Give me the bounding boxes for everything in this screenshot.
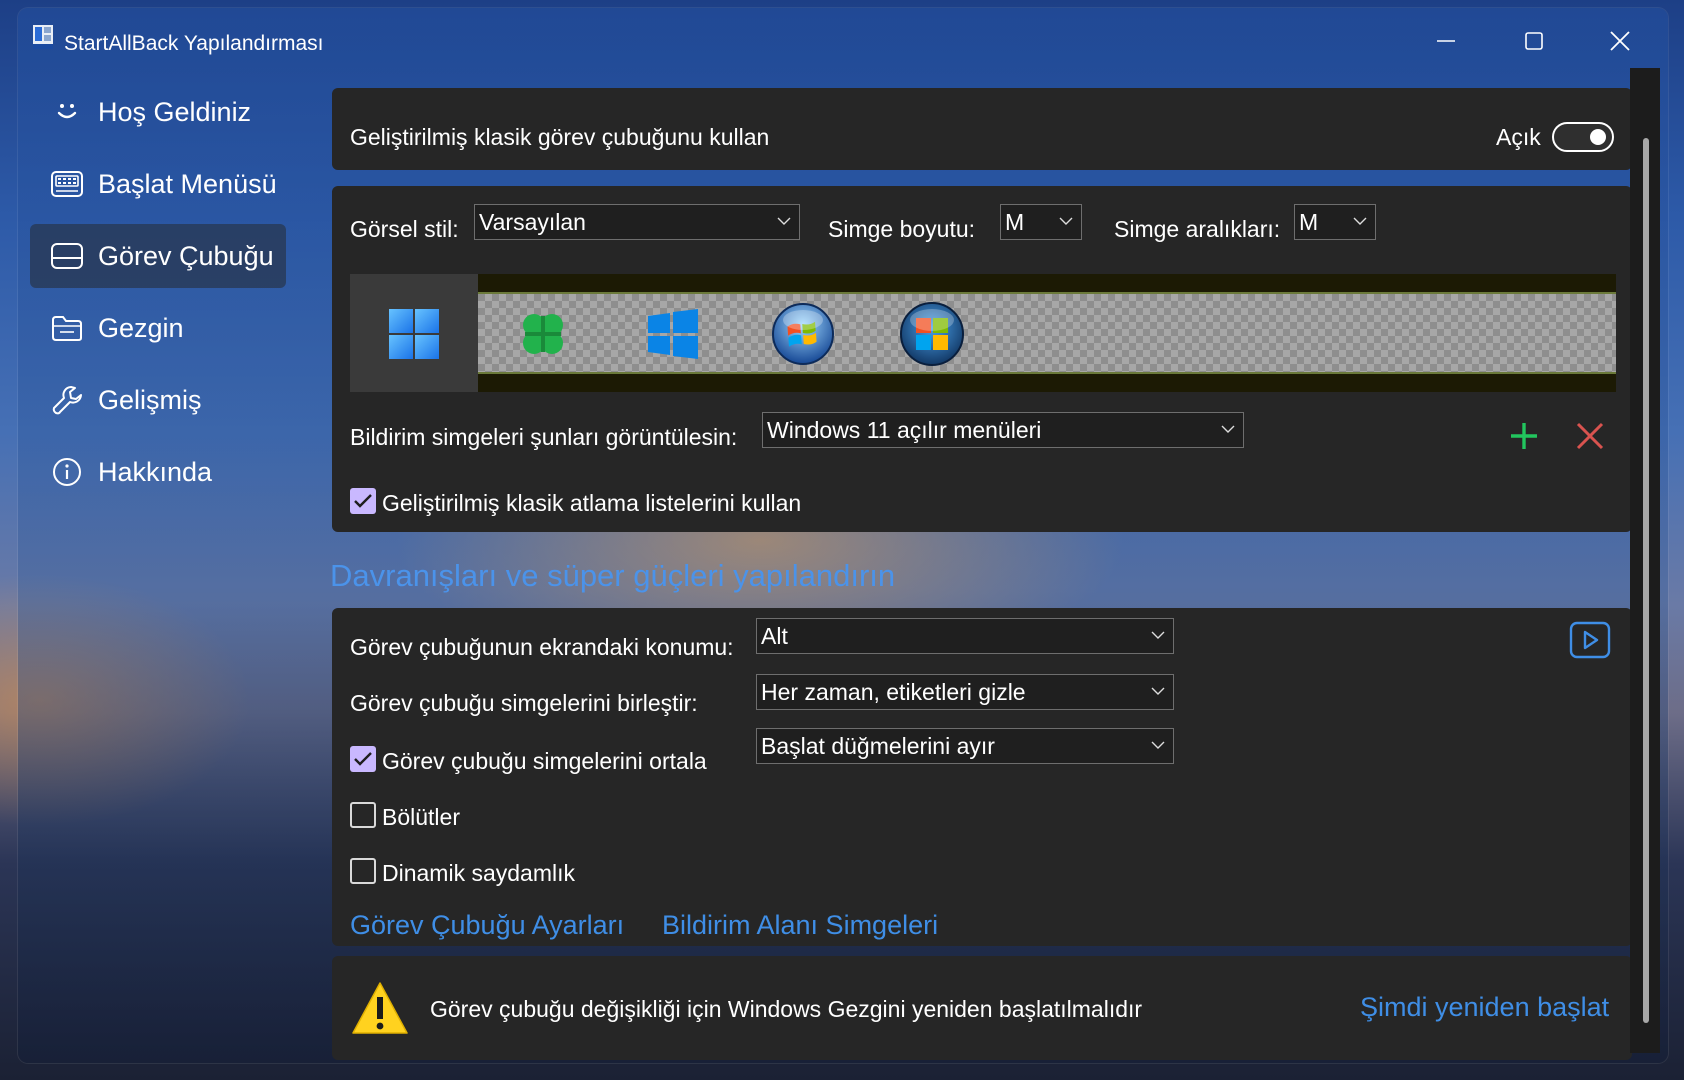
sidebar-item-label: Hakkında [98,456,213,487]
maximize-icon [1525,32,1543,50]
windows-11-logo-icon[interactable] [378,298,450,370]
visual-style-label: Görsel stil: [350,216,459,242]
icon-size-label: Simge boyutu: [828,216,976,242]
dynamic-transparency-label: Dinamik saydamlık [382,860,575,886]
checkmark-icon [354,494,372,508]
taskbar-position-dropdown[interactable]: Alt [756,618,1174,654]
close-icon [1610,31,1630,51]
start-menu-icon [50,169,84,199]
close-button[interactable] [1590,18,1650,64]
notification-icons-value: Windows 11 açılır menüleri [767,417,1042,443]
icon-spacing-dropdown[interactable]: M [1294,204,1376,240]
toggle-knob [1590,129,1606,145]
chevron-down-icon [1353,217,1367,225]
notification-icons-label: Bildirim simgeleri şunları görüntülesin: [350,424,738,450]
separators-label: Bölütler [382,804,460,830]
title-bar[interactable]: StartAllBack Yapılandırması [18,8,1668,68]
center-mode-dropdown[interactable]: Başlat düğmelerini ayır [756,728,1174,764]
checkmark-icon [354,752,372,766]
minimize-button[interactable] [1416,18,1476,64]
behaviors-heading: Davranışları ve süper güçleri yapılandır… [330,558,896,593]
add-start-button[interactable] [1504,416,1544,456]
taskbar-position-label: Görev çubuğunun ekrandaki konumu: [350,634,734,660]
sidebar-item-about[interactable]: Hakkında [30,440,286,504]
sidebar-item-advanced[interactable]: Gelişmiş [30,368,286,432]
sidebar-item-label: Başlat Menüsü [98,168,277,199]
chevron-down-icon [1221,425,1235,433]
startallback-app-icon [32,24,54,50]
icon-spacing-label: Simge aralıkları: [1114,216,1281,242]
restart-message: Görev çubuğu değişikliği için Windows Ge… [430,996,1143,1022]
restart-now-link[interactable]: Şimdi yeniden başlat [1360,992,1609,1023]
scrollbar-thumb[interactable] [1643,138,1649,1023]
chevron-down-icon [1059,217,1073,225]
icon-spacing-value: M [1299,209,1319,235]
visual-style-panel: Görsel stil: Varsayılan Simge boyutu: M … [332,186,1632,532]
icon-size-value: M [1005,209,1025,235]
info-icon [50,457,84,487]
sidebar-nav: Hoş Geldiniz Başlat Menüsü Görev Çubuğu … [30,80,286,512]
tray-icons-link[interactable]: Bildirim Alanı Simgeleri [662,910,938,941]
vertical-scrollbar[interactable] [1630,68,1660,1053]
toggle-state-label: Açık [1496,124,1541,150]
warning-icon [350,978,410,1038]
sidebar-item-explorer[interactable]: Gezgin [30,296,286,360]
sidebar-item-label: Görev Çubuğu [98,240,274,271]
minimize-icon [1437,40,1455,42]
windows-10-logo-icon[interactable] [637,298,709,370]
sidebar-item-start-menu[interactable]: Başlat Menüsü [30,152,286,216]
remove-x-icon [1576,422,1604,450]
notification-icons-dropdown[interactable]: Windows 11 açılır menüleri [762,412,1244,448]
separators-checkbox[interactable] [350,802,376,828]
sidebar-item-label: Hoş Geldiniz [98,96,252,127]
combine-icons-label: Görev çubuğu simgelerini birleştir: [350,690,698,716]
taskbar-position-value: Alt [761,623,788,649]
center-icons-checkbox[interactable] [350,746,376,772]
folder-icon [50,313,84,343]
center-mode-value: Başlat düğmelerini ayır [761,733,995,759]
taskbar-icon [50,241,84,271]
center-icons-label: Görev çubuğu simgelerini ortala [382,748,707,774]
combine-icons-dropdown[interactable]: Her zaman, etiketleri gizle [756,674,1174,710]
sidebar-item-label: Gezgin [98,312,184,343]
enhanced-taskbar-label: Geliştirilmiş klasik görev çubuğunu kull… [350,124,770,150]
enhanced-taskbar-toggle[interactable] [1552,122,1614,152]
remove-start-button[interactable] [1570,416,1610,456]
preview-video-button[interactable] [1568,620,1612,660]
behaviors-panel: Görev çubuğunun ekrandaki konumu: Alt Gö… [332,608,1632,946]
combine-icons-value: Her zaman, etiketleri gizle [761,679,1026,705]
dynamic-transparency-checkbox[interactable] [350,858,376,884]
taskbar-settings-link[interactable]: Görev Çubuğu Ayarları [350,910,624,941]
chevron-down-icon [1151,687,1165,695]
wrench-icon [50,385,84,415]
enhanced-taskbar-panel: Geliştirilmiş klasik görev çubuğunu kull… [332,88,1632,170]
windows-vista-orb-icon[interactable] [896,298,968,370]
sidebar-item-label: Gelişmiş [98,384,202,415]
smile-icon [50,97,84,127]
jumplist-checkbox[interactable] [350,488,376,514]
start-button-preview [350,274,1616,392]
settings-window: StartAllBack Yapılandırması Hoş Geldiniz… [18,8,1668,1063]
sidebar-item-welcome[interactable]: Hoş Geldiniz [30,80,286,144]
windows-7-orb-icon[interactable] [767,298,839,370]
plus-icon [1511,423,1537,449]
sidebar-item-taskbar[interactable]: Görev Çubuğu [30,224,286,288]
clover-logo-icon[interactable] [507,298,579,370]
window-title: StartAllBack Yapılandırması [64,32,324,55]
chevron-down-icon [777,217,791,225]
visual-style-dropdown[interactable]: Varsayılan [474,204,800,240]
play-icon [1569,621,1611,659]
chevron-down-icon [1151,631,1165,639]
visual-style-value: Varsayılan [479,209,586,235]
jumplist-label: Geliştirilmiş klasik atlama listelerini … [382,490,802,516]
restart-notice-panel: Görev çubuğu değişikliği için Windows Ge… [332,956,1632,1060]
maximize-button[interactable] [1504,18,1564,64]
icon-size-dropdown[interactable]: M [1000,204,1082,240]
chevron-down-icon [1151,741,1165,749]
